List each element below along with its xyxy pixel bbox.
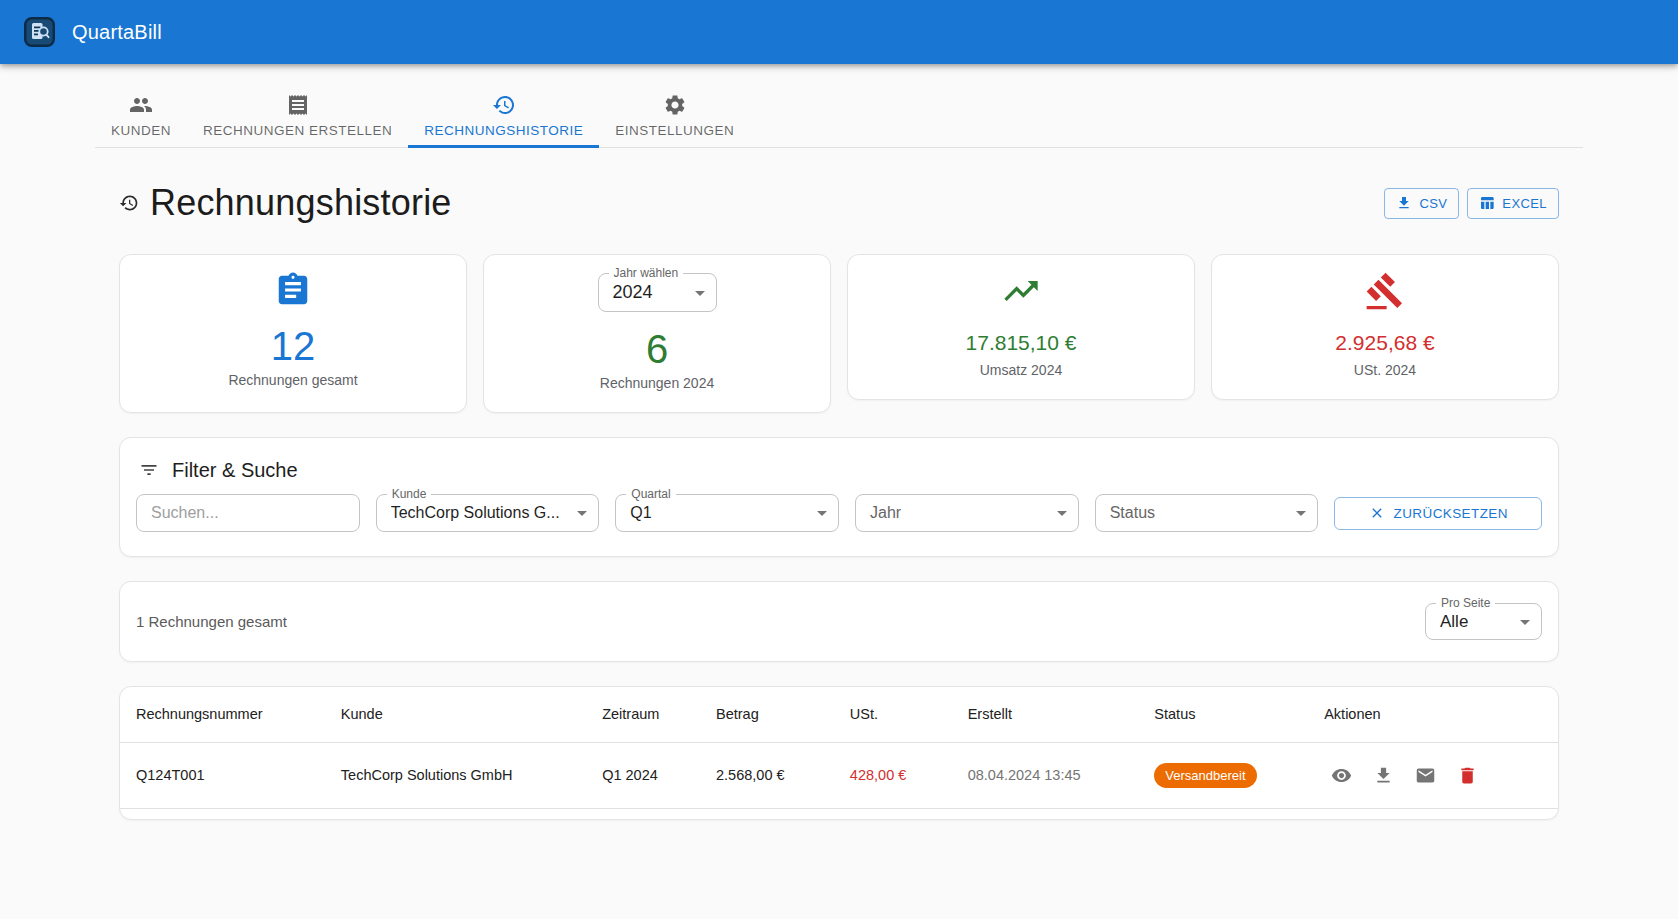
table-header-row: Rechnungsnummer Kunde Zeitraum Betrag US… (120, 687, 1558, 742)
per-page-select[interactable]: Pro Seite Alle (1425, 603, 1542, 640)
stat-tax-value: 2.925,68 € (1335, 331, 1434, 355)
stat-year-value: 6 (646, 327, 668, 371)
per-page-value: Alle (1440, 612, 1468, 632)
export-csv-label: CSV (1419, 196, 1447, 211)
status-select-placeholder: Status (1110, 504, 1155, 522)
trash-icon (1457, 765, 1478, 786)
col-status: Status (1138, 687, 1308, 742)
cell-status: Versandbereit (1138, 742, 1308, 808)
filter-panel: Filter & Suche Kunde TechCorp Solutions … (119, 437, 1559, 557)
search-input[interactable] (151, 504, 345, 522)
tab-einstellungen[interactable]: EINSTELLUNGEN (599, 75, 750, 147)
stat-year-label: Rechnungen 2024 (600, 375, 714, 391)
col-ust: USt. (834, 687, 952, 742)
stat-card-tax: 2.925,68 € USt. 2024 (1211, 254, 1559, 400)
stat-card-total: 12 Rechnungen gesamt (119, 254, 467, 413)
year-select-value: 2024 (613, 282, 653, 303)
chevron-down-icon (1520, 620, 1530, 625)
chevron-down-icon (577, 511, 587, 516)
cell-rechnungsnummer: Q124T001 (120, 742, 325, 808)
stat-tax-label: USt. 2024 (1354, 362, 1416, 378)
jahr-select[interactable]: Jahr (855, 494, 1079, 532)
quartal-select-value: Q1 (630, 504, 651, 522)
envelope-icon (1415, 765, 1436, 786)
per-page-label: Pro Seite (1436, 596, 1495, 610)
chevron-down-icon (817, 511, 827, 516)
status-badge: Versandbereit (1154, 763, 1256, 788)
cell-kunde: TechCorp Solutions GmbH (325, 742, 586, 808)
export-csv-button[interactable]: CSV (1384, 188, 1459, 219)
stat-revenue-value: 17.815,10 € (966, 331, 1077, 355)
cell-ust: 428,00 € (834, 742, 952, 808)
cell-zeitraum: Q1 2024 (586, 742, 700, 808)
tab-rechnungen-erstellen[interactable]: RECHNUNGEN ERSTELLEN (187, 75, 408, 147)
eye-icon (1331, 765, 1352, 786)
tab-label: EINSTELLUNGEN (615, 123, 734, 138)
chevron-down-icon (1057, 511, 1067, 516)
appbar: QuartaBill (0, 0, 1678, 64)
kunde-select[interactable]: Kunde TechCorp Solutions G... (376, 494, 600, 532)
col-kunde: Kunde (325, 687, 586, 742)
search-field[interactable] (136, 494, 360, 532)
app-title: QuartaBill (72, 21, 162, 44)
tab-kunden[interactable]: KUNDEN (95, 75, 187, 147)
col-erstellt: Erstellt (952, 687, 1139, 742)
tab-label: RECHNUNGEN ERSTELLEN (203, 123, 392, 138)
reset-filters-button[interactable]: ZURÜCKSETZEN (1334, 497, 1542, 530)
tab-label: KUNDEN (111, 123, 171, 138)
quartal-select[interactable]: Quartal Q1 (615, 494, 839, 532)
table-icon (1479, 195, 1495, 211)
filter-icon (139, 460, 159, 480)
col-zeitraum: Zeitraum (586, 687, 700, 742)
reset-filters-label: ZURÜCKSETZEN (1394, 506, 1508, 521)
year-select-label: Jahr wählen (609, 266, 684, 280)
col-aktionen: Aktionen (1308, 687, 1558, 742)
kunde-select-value: TechCorp Solutions G... (391, 504, 560, 522)
filter-heading: Filter & Suche (172, 459, 298, 482)
col-rechnungsnummer: Rechnungsnummer (120, 687, 325, 742)
email-button[interactable] (1408, 758, 1442, 792)
export-excel-label: EXCEL (1502, 196, 1547, 211)
stat-card-year: Jahr wählen 2024 6 Rechnungen 2024 (483, 254, 831, 413)
tab-label: RECHNUNGSHISTORIE (424, 123, 583, 138)
gear-icon (663, 93, 687, 117)
stat-revenue-label: Umsatz 2024 (980, 362, 1062, 378)
jahr-select-placeholder: Jahr (870, 504, 901, 522)
export-excel-button[interactable]: EXCEL (1467, 188, 1559, 219)
table-row: Q124T001 TechCorp Solutions GmbH Q1 2024… (120, 742, 1558, 808)
history-icon (119, 193, 139, 213)
receipt-icon (286, 93, 310, 117)
invoice-table: Rechnungsnummer Kunde Zeitraum Betrag US… (119, 686, 1559, 820)
tab-rechnungshistorie[interactable]: RECHNUNGSHISTORIE (408, 75, 599, 147)
tab-bar: KUNDEN RECHNUNGEN ERSTELLEN RECHNUNGSHIS… (95, 75, 1583, 148)
results-count: 1 Rechnungen gesamt (136, 613, 287, 630)
col-betrag: Betrag (700, 687, 834, 742)
download-icon (1396, 195, 1412, 211)
chevron-down-icon (695, 291, 705, 296)
kunde-select-label: Kunde (387, 487, 432, 501)
download-button[interactable] (1366, 758, 1400, 792)
delete-button[interactable] (1450, 758, 1484, 792)
view-button[interactable] (1324, 758, 1358, 792)
page-title: Rechnungshistorie (150, 182, 452, 224)
cell-aktionen (1308, 742, 1558, 808)
trending-up-icon (1001, 271, 1041, 311)
stat-total-label: Rechnungen gesamt (228, 372, 357, 388)
quartal-select-label: Quartal (626, 487, 675, 501)
gavel-icon (1365, 271, 1405, 311)
clipboard-icon (274, 271, 312, 309)
status-select[interactable]: Status (1095, 494, 1319, 532)
stat-total-value: 12 (271, 324, 316, 368)
year-select[interactable]: Jahr wählen 2024 (598, 273, 717, 312)
cell-erstellt: 08.04.2024 13:45 (952, 742, 1139, 808)
download-icon (1373, 765, 1394, 786)
app-logo-icon (24, 17, 55, 47)
cell-betrag: 2.568,00 € (700, 742, 834, 808)
stat-card-revenue: 17.815,10 € Umsatz 2024 (847, 254, 1195, 400)
results-summary-panel: 1 Rechnungen gesamt Pro Seite Alle (119, 581, 1559, 662)
history-icon (492, 93, 516, 117)
close-icon (1369, 505, 1385, 521)
chevron-down-icon (1296, 511, 1306, 516)
people-icon (129, 93, 153, 117)
